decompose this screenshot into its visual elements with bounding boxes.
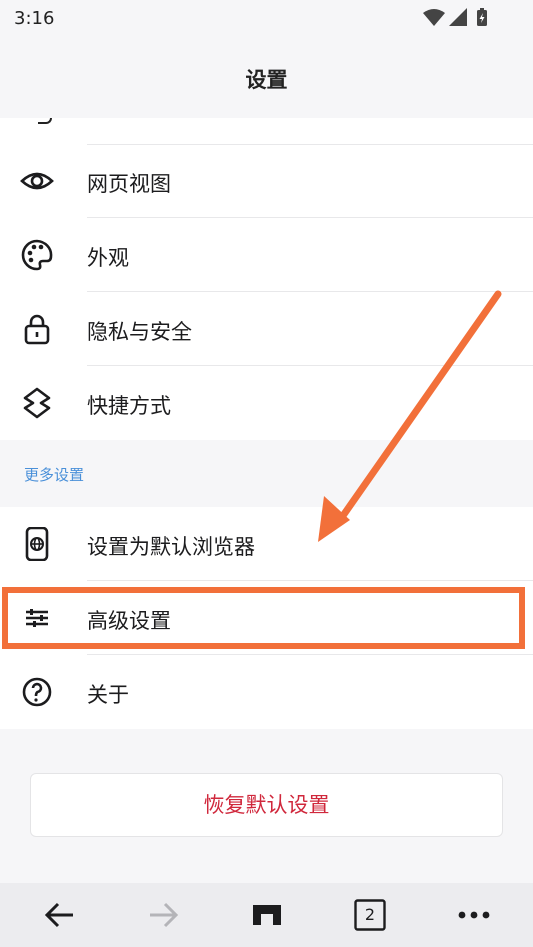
settings-item-label: 关于	[87, 683, 129, 707]
phone-globe-icon	[20, 526, 54, 562]
partial-icon	[38, 118, 52, 124]
arrow-left-icon	[44, 902, 73, 928]
settings-item-label: 快捷方式	[87, 394, 171, 418]
palette-icon	[20, 238, 54, 272]
eye-icon	[20, 164, 54, 198]
help-icon	[20, 675, 54, 709]
tab-count: 2	[364, 905, 376, 924]
settings-item-privacy[interactable]: 隐私与安全	[0, 292, 533, 366]
settings-item-label: 设置为默认浏览器	[87, 535, 255, 559]
status-bar: 3:16	[0, 0, 533, 36]
settings-group-main: 网页视图 外观 隐私与安全 快捷方式	[0, 118, 533, 440]
settings-item-label: 隐私与安全	[87, 320, 192, 344]
tabs-button[interactable]: 2	[352, 897, 388, 933]
settings-item-label: 外观	[87, 246, 129, 270]
title-bar: 设置	[0, 36, 533, 118]
settings-item-appearance[interactable]: 外观	[0, 218, 533, 292]
wifi-icon	[423, 9, 445, 26]
settings-item-label: 网页视图	[87, 172, 171, 196]
settings-item-about[interactable]: 关于	[0, 655, 533, 729]
annotation-highlight-box	[2, 587, 525, 649]
more-dots-icon	[458, 911, 490, 919]
lock-icon	[20, 312, 54, 346]
home-icon	[253, 905, 281, 925]
home-button[interactable]	[249, 897, 285, 933]
back-button[interactable]	[42, 897, 78, 933]
section-header-more: 更多设置	[24, 466, 85, 484]
settings-item-default-browser[interactable]: 设置为默认浏览器	[0, 507, 533, 581]
bottom-navigation: 2	[0, 883, 533, 947]
settings-item-shortcuts[interactable]: 快捷方式	[0, 366, 533, 440]
status-icons	[423, 8, 493, 28]
shortcut-icon	[20, 386, 54, 420]
battery-icon	[477, 8, 487, 26]
arrow-right-icon	[150, 902, 179, 928]
reset-defaults-button[interactable]: 恢复默认设置	[30, 773, 503, 837]
page-title: 设置	[245, 68, 288, 92]
forward-button[interactable]	[145, 897, 181, 933]
signal-icon	[449, 8, 467, 26]
status-time: 3:16	[14, 8, 55, 29]
more-menu-button[interactable]	[456, 897, 492, 933]
settings-item-web-view[interactable]: 网页视图	[0, 144, 533, 218]
